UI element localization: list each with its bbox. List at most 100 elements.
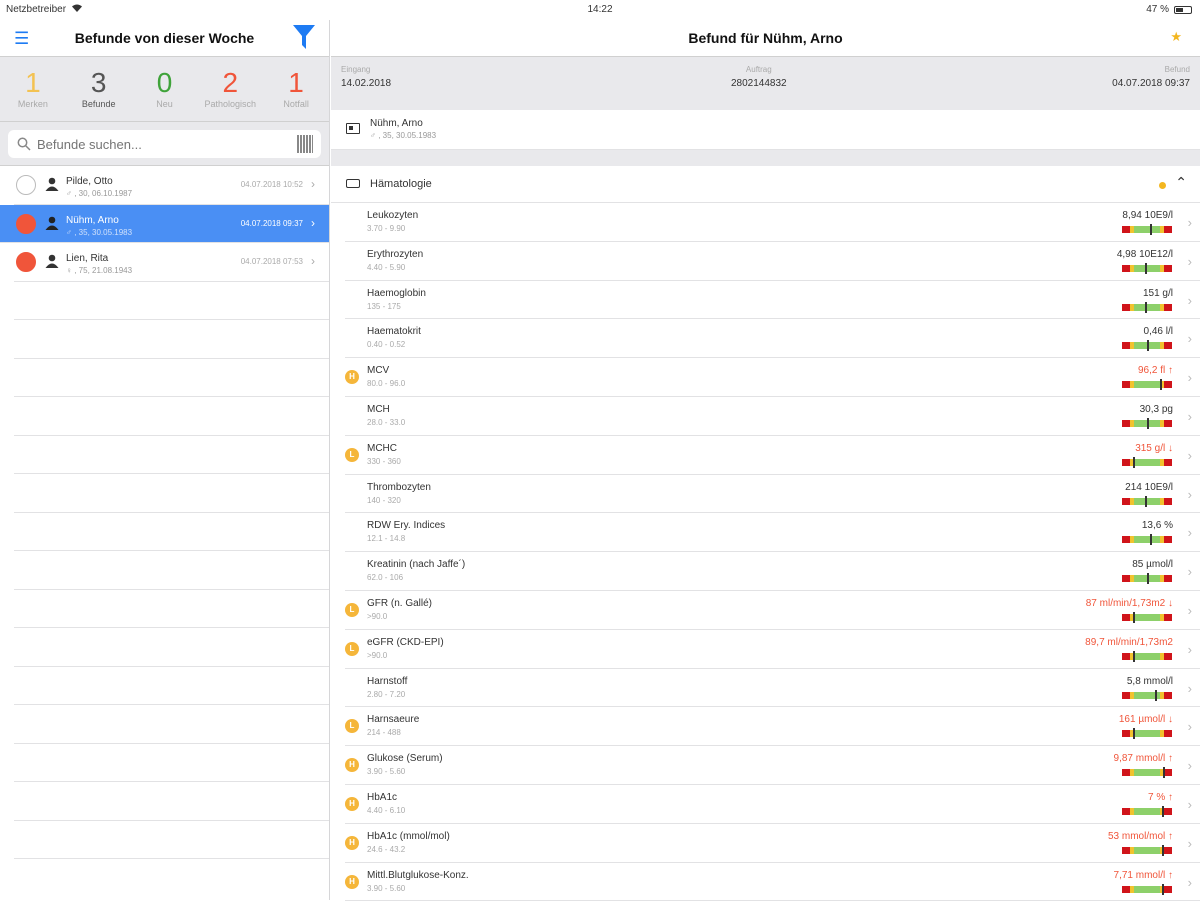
lab-row[interactable]: Kreatinin (nach Jaffe´) 62.0 - 106 85 µmol… (345, 552, 1200, 591)
reference-range: 3.70 - 9.90 (367, 224, 406, 233)
lab-row[interactable]: H Glukose (Serum) 3.90 - 5.60 9,87 mmol/l ↑… (345, 746, 1200, 785)
test-value: 151 g/l (1142, 287, 1173, 299)
value-marker (1133, 728, 1135, 740)
test-name: Thrombozyten (367, 481, 431, 493)
reference-range: 4.40 - 6.10 (367, 805, 406, 815)
patient-details: ♂ , 35, 30.05.1983 (66, 227, 133, 237)
empty-row (14, 667, 329, 705)
patient-card[interactable]: Nühm, Arno ♂ , 35, 30.05.1983 (331, 110, 1200, 150)
test-name: Harnstoff (367, 675, 408, 687)
lab-row[interactable]: Harnstoff 2.80 - 7.20 5,8 mmol/l › (345, 669, 1200, 708)
lab-row[interactable]: H HbA1c (mmol/mol) 24.6 - 43.2 53 mmol/mol … (345, 824, 1200, 863)
reference-range: 24.6 - 43.2 (367, 844, 406, 854)
count-summary: 1 Merken 3 Befunde 0 Neu 2 Pathologisch 1 Notfall (0, 57, 329, 122)
lab-row[interactable]: L MCHC 330 - 360 315 g/l ↓ › (345, 436, 1200, 475)
chevron-right-icon: › (1187, 292, 1192, 308)
count-tab-pathologisch[interactable]: 2 Pathologisch (197, 57, 263, 121)
status-dot-icon (16, 213, 36, 234)
test-name: Mittl.Blutglukose-Konz. (367, 869, 469, 881)
list-header: ☰ Befunde von dieser Woche (0, 20, 329, 57)
value-marker (1162, 844, 1164, 856)
star-icon[interactable]: ★ (1170, 29, 1182, 45)
search-bar[interactable] (8, 130, 321, 158)
search-input[interactable] (37, 136, 277, 152)
range-bar (1122, 456, 1172, 468)
test-value: 8,94 10E9/l (1122, 210, 1173, 221)
lab-icon (346, 179, 360, 188)
test-name: GFR (n. Gallé) (367, 597, 433, 609)
patient-details: ♀ , 75, 21.08.1943 (66, 266, 133, 275)
lab-row[interactable]: H Mittl.Blutglukose-Konz. 3.90 - 5.60 7,71 … (345, 863, 1200, 901)
test-name: eGFR (CKD-EPI) (367, 636, 444, 648)
lab-row[interactable]: Haematokrit 0.40 - 0.52 0,46 l/l › (345, 319, 1200, 359)
count-tab-neu[interactable]: 0 Neu (132, 57, 198, 121)
empty-row (14, 782, 329, 821)
reference-range: 140 - 320 (367, 495, 401, 505)
reference-range: 4.40 - 5.90 (367, 262, 406, 272)
count-tab-notfall[interactable]: 1 Notfall (263, 57, 329, 121)
barcode-scan-icon[interactable] (297, 135, 313, 153)
chevron-right-icon: › (1187, 835, 1192, 851)
value-marker (1162, 805, 1164, 817)
abnormal-flag-icon: L (345, 447, 359, 462)
order-info: Eingang 14.02.2018 Auftrag 2802144832 Be… (331, 57, 1200, 110)
result-detail-panel: Befund für Nühm, Arno ★ Eingang 14.02.20… (331, 20, 1200, 901)
abnormal-flag-icon: H (345, 796, 359, 811)
chevron-right-icon: › (1187, 215, 1192, 230)
lab-row[interactable]: H MCV 80.0 - 96.0 96,2 fl ↑ › (345, 358, 1200, 397)
chevron-right-icon: › (1187, 796, 1192, 812)
test-value: 7,71 mmol/l ↑ (1113, 869, 1173, 881)
test-name: Haematokrit (367, 326, 421, 338)
range-bar (1122, 417, 1172, 429)
lab-row[interactable]: Leukozyten 3.70 - 9.90 8,94 10E9/l › (345, 203, 1200, 242)
range-bar (1122, 689, 1172, 701)
chevron-right-icon: › (1187, 525, 1192, 541)
patient-row[interactable]: Nühm, Arno ♂ , 35, 30.05.1983 04.07.2018 0… (0, 204, 329, 243)
chevron-right-icon: › (1187, 370, 1192, 386)
test-name: MCH (367, 403, 390, 415)
detail-title: Befund für Nühm, Arno (688, 30, 843, 46)
range-bar (1122, 844, 1172, 856)
test-name: Haemoglobin (367, 287, 426, 299)
lab-row[interactable]: RDW Ery. Indices 12.1 - 14.8 13,6 % › (345, 513, 1200, 553)
test-name: Leukozyten (367, 210, 419, 221)
range-bar (1122, 805, 1172, 817)
reference-range: 3.90 - 5.60 (367, 767, 406, 777)
filter-icon[interactable] (293, 25, 315, 54)
lab-row[interactable]: LeGFR (CKD-EPI) >90.0 89,7 ml/min/1,73m2 › (345, 630, 1200, 669)
test-name: Erythrozyten (367, 248, 424, 260)
count-tab-merken[interactable]: 1 Merken (0, 57, 66, 121)
patient-name: Nühm, Arno (66, 214, 119, 226)
lab-row[interactable]: H HbA1c 4.40 - 6.10 7 % ↑ › (345, 785, 1200, 824)
lab-row[interactable]: MCH 28.0 - 33.0 30,3 pg › (345, 397, 1200, 436)
value-marker (1144, 301, 1147, 313)
chevron-right-icon: › (1187, 447, 1192, 463)
reference-range: >90.0 (367, 650, 388, 660)
reference-range: 214 - 488 (367, 728, 401, 738)
eingang-label: Eingang (341, 65, 371, 74)
test-name: MCHC (367, 442, 397, 454)
patient-row[interactable]: Lien, Rita ♀ , 75, 21.08.1943 04.07.2018 0… (14, 243, 329, 282)
reference-range: 28.0 - 33.0 (367, 417, 406, 427)
test-name: HbA1c (367, 791, 398, 803)
patient-row[interactable]: Pilde, Otto ♂ , 30, 06.10.1987 04.07.2018 … (14, 166, 329, 205)
empty-row (14, 282, 329, 320)
lab-row[interactable]: L Harnsaeure 214 - 488 161 µmol/l ↓ › (345, 707, 1200, 747)
chevron-right-icon: › (311, 254, 315, 268)
test-value: 161 µmol/l ↓ (1118, 714, 1173, 726)
chevron-up-icon[interactable]: ⌃ (1175, 174, 1187, 191)
lab-row[interactable]: L GFR (n. Gallé) >90.0 87 ml/min/1,73m2 ↓ › (345, 591, 1200, 630)
test-value: 7 % ↑ (1147, 791, 1173, 803)
lab-row[interactable]: Erythrozyten 4.40 - 5.90 4,98 10E12/l › (345, 242, 1200, 281)
lab-row[interactable]: Thrombozyten 140 - 320 214 10E9/l › (345, 475, 1200, 514)
status-bar: Netzbetreiber 14:22 47 % (0, 0, 1200, 20)
lab-row[interactable]: Haemoglobin 135 - 175 151 g/l › (345, 281, 1200, 320)
empty-row (14, 628, 329, 667)
test-value: 13,6 % (1141, 520, 1173, 532)
section-header[interactable]: Hämatologie ⌃ (331, 166, 1200, 203)
value-marker (1149, 224, 1152, 235)
value-marker (1133, 611, 1135, 623)
patient-name: Pilde, Otto (66, 176, 113, 187)
range-bar (1122, 224, 1172, 235)
count-tab-befunde[interactable]: 3 Befunde (66, 57, 132, 121)
